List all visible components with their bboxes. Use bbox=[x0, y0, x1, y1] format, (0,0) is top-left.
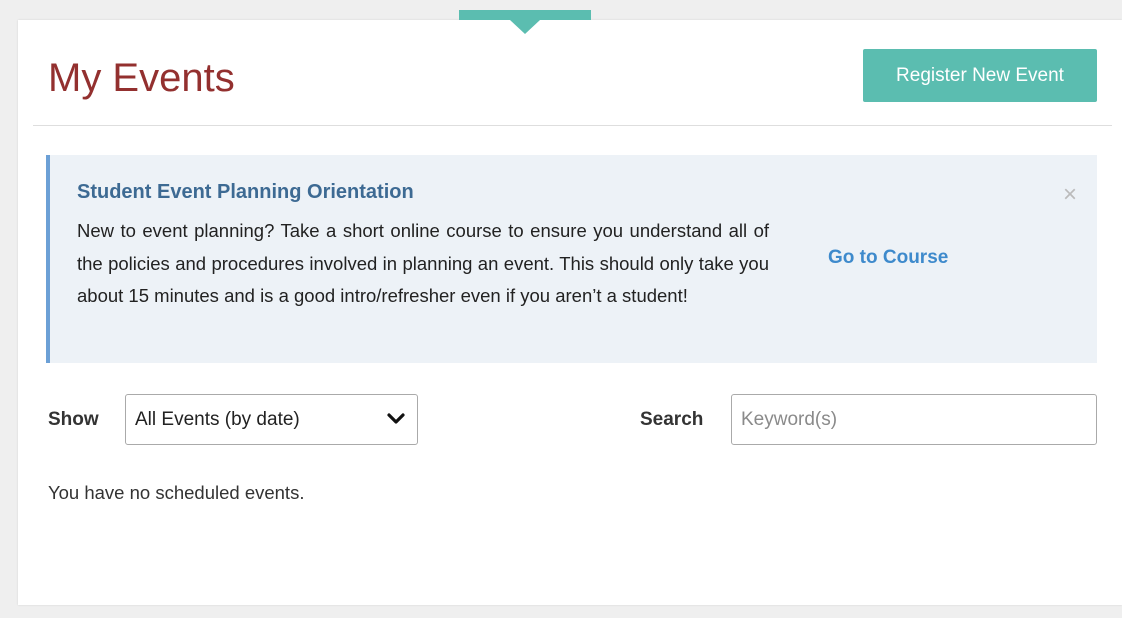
show-label: Show bbox=[48, 409, 99, 430]
search-label: Search bbox=[640, 409, 704, 430]
page-title: My Events bbox=[48, 56, 235, 100]
go-to-course-link[interactable]: Go to Course bbox=[828, 247, 948, 269]
alert-title: Student Event Planning Orientation bbox=[77, 181, 414, 203]
close-icon[interactable]: × bbox=[1063, 183, 1077, 207]
chevron-down-icon bbox=[387, 413, 405, 424]
empty-events-message: You have no scheduled events. bbox=[48, 482, 305, 503]
alert-body: New to event planning? Take a short onli… bbox=[77, 220, 769, 306]
header-divider bbox=[33, 125, 1112, 126]
orientation-alert: Student Event Planning Orientation New t… bbox=[46, 155, 1097, 363]
register-new-event-button[interactable]: Register New Event bbox=[863, 49, 1097, 102]
active-nav-indicator bbox=[459, 10, 591, 20]
search-input[interactable] bbox=[731, 394, 1097, 445]
show-filter-select[interactable]: All Events (by date) bbox=[125, 394, 418, 445]
active-nav-arrow bbox=[510, 20, 540, 34]
show-filter-value: All Events (by date) bbox=[135, 409, 300, 430]
